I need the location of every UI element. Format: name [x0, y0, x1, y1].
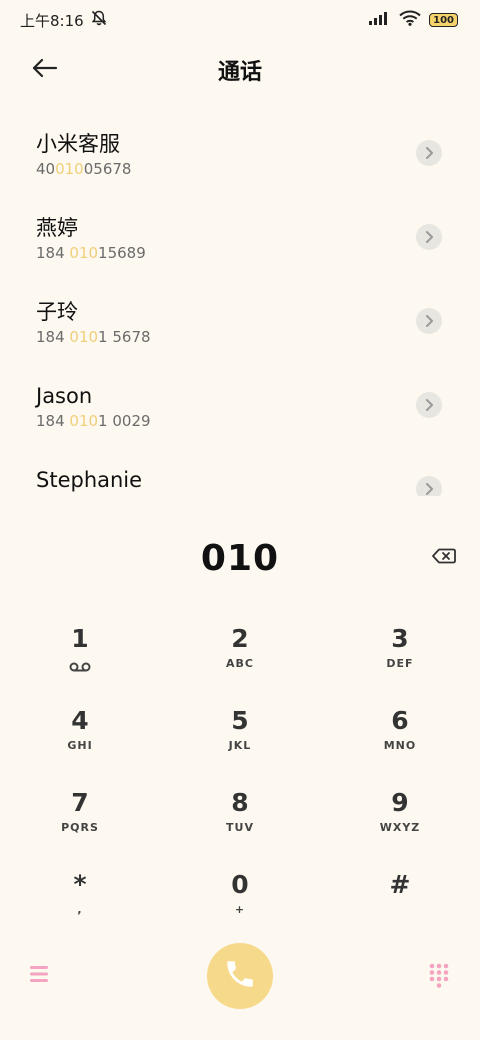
wifi-icon [399, 10, 421, 30]
contact-list: 小米客服 4001005678 燕婷 184 01015689 子玲 184 0… [0, 112, 480, 496]
signal-icon [369, 11, 391, 29]
keypad: 1 2 ABC 3 DEF 4 GHI 5 JKL 6 MNO 7 PQRS 8… [0, 618, 480, 946]
key-digit: * [73, 870, 87, 899]
key-digit: # [389, 870, 411, 899]
key-4[interactable]: 4 GHI [0, 700, 160, 782]
dial-display: 010 [0, 530, 480, 586]
header: 通话 [0, 45, 480, 95]
back-button[interactable] [30, 55, 60, 85]
call-button[interactable] [207, 943, 273, 1009]
contact-detail-button[interactable] [416, 224, 442, 250]
bottom-bar [0, 940, 480, 1012]
dialed-number: 010 [200, 537, 280, 579]
key-letters: GHI [67, 739, 93, 752]
key-2[interactable]: 2 ABC [160, 618, 320, 700]
contact-item[interactable]: Stephanie [0, 448, 480, 496]
key-star[interactable]: * , [0, 864, 160, 946]
menu-button[interactable] [28, 964, 54, 988]
key-letters: ABC [226, 657, 254, 670]
contact-name: 小米客服 [36, 132, 120, 156]
page-title: 通话 [217, 60, 262, 85]
key-letters: , [77, 903, 83, 916]
key-hash[interactable]: # [320, 864, 480, 946]
contact-name: Jason [36, 384, 93, 408]
key-letters: PQRS [61, 821, 99, 834]
phone-icon [223, 957, 257, 995]
contact-name: 子玲 [36, 300, 78, 324]
key-7[interactable]: 7 PQRS [0, 782, 160, 864]
chevron-right-icon [424, 312, 434, 331]
key-1[interactable]: 1 [0, 618, 160, 700]
voicemail-icon [69, 657, 91, 676]
contact-detail-button[interactable] [416, 140, 442, 166]
key-digit: 4 [71, 706, 89, 735]
key-3[interactable]: 3 DEF [320, 618, 480, 700]
key-letters: TUV [226, 821, 254, 834]
status-left: 上午8:16 [20, 9, 108, 31]
contact-detail-button[interactable] [416, 308, 442, 334]
key-digit: 9 [391, 788, 409, 817]
key-9[interactable]: 9 WXYZ [320, 782, 480, 864]
contact-detail-button[interactable] [416, 392, 442, 418]
status-time: 上午8:16 [20, 11, 84, 30]
contact-detail-button[interactable] [416, 476, 442, 496]
chevron-right-icon [424, 228, 434, 247]
key-digit: 8 [231, 788, 249, 817]
key-digit: 5 [231, 706, 249, 735]
status-bar: 上午8:16 100 [0, 0, 480, 40]
bell-off-icon [90, 9, 108, 31]
chevron-right-icon [424, 144, 434, 163]
contact-number: 184 0101 0029 [36, 412, 151, 430]
chevron-right-icon [424, 396, 434, 415]
key-letters: WXYZ [379, 821, 421, 834]
contact-number: 184 0101 5678 [36, 328, 151, 346]
key-digit: 6 [391, 706, 409, 735]
contact-name: Stephanie [36, 468, 143, 492]
contact-number: 4001005678 [36, 160, 132, 178]
key-5[interactable]: 5 JKL [160, 700, 320, 782]
contact-item[interactable]: 燕婷 184 01015689 [0, 196, 480, 280]
contact-number: 184 01015689 [36, 244, 146, 262]
status-right: 100 [369, 10, 458, 30]
key-digit: 0 [231, 870, 249, 899]
key-digit: 2 [231, 624, 249, 653]
key-0[interactable]: 0 + [160, 864, 320, 946]
key-letters: + [234, 903, 246, 916]
key-digit: 3 [391, 624, 409, 653]
key-6[interactable]: 6 MNO [320, 700, 480, 782]
key-digit: 7 [71, 788, 89, 817]
dialpad-icon [428, 963, 450, 994]
key-8[interactable]: 8 TUV [160, 782, 320, 864]
backspace-button[interactable] [430, 544, 458, 572]
backspace-icon [432, 548, 456, 568]
contact-name: 燕婷 [36, 216, 78, 240]
key-digit: 1 [71, 624, 89, 653]
key-letters: DEF [386, 657, 414, 670]
contact-item[interactable]: 小米客服 4001005678 [0, 112, 480, 196]
keypad-toggle-button[interactable] [428, 962, 450, 990]
arrow-left-icon [32, 58, 58, 82]
battery-indicator: 100 [429, 13, 458, 27]
chevron-right-icon [424, 480, 434, 497]
key-letters: MNO [383, 739, 417, 752]
key-letters: JKL [228, 739, 252, 752]
menu-icon [28, 966, 52, 988]
contact-item[interactable]: 子玲 184 0101 5678 [0, 280, 480, 364]
contact-item[interactable]: Jason 184 0101 0029 [0, 364, 480, 448]
